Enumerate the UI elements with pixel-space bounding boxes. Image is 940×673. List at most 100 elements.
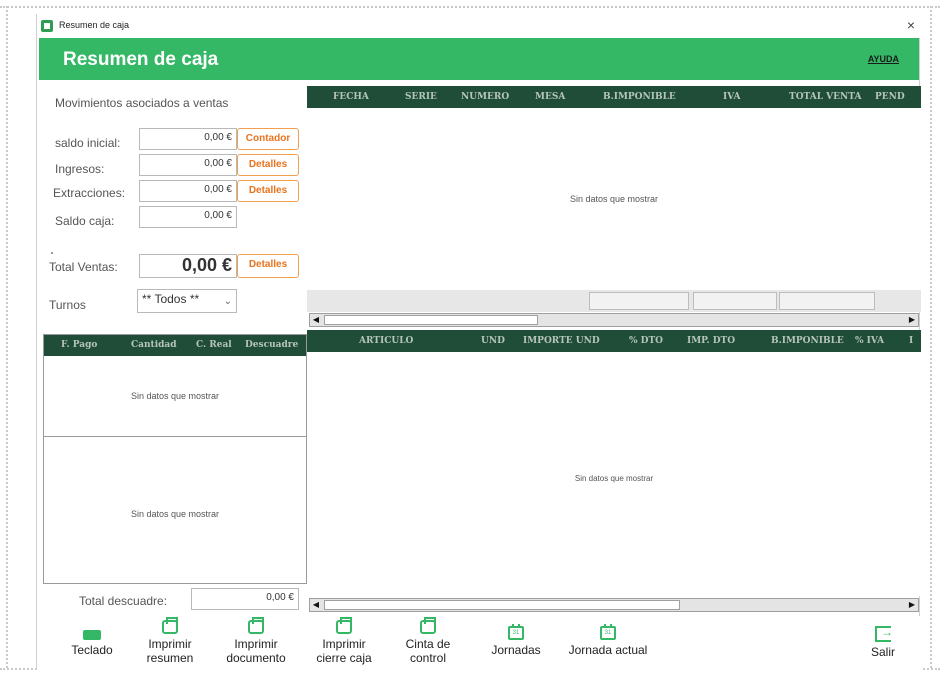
section-title: Movimientos asociados a ventas (55, 96, 229, 110)
app-icon (41, 20, 53, 32)
turnos-select[interactable]: ** Todos ** ⌄ (137, 289, 237, 313)
items-grid: Sin datos que mostrar (307, 352, 921, 596)
total-descuadre-field: 0,00 € (191, 588, 299, 610)
print-close-label-1: Imprimir (322, 637, 366, 651)
control-tape-button[interactable]: Cinta de control (393, 617, 463, 665)
scroll-left-icon[interactable]: ◀ (310, 314, 322, 326)
selection-frame-left (6, 6, 8, 668)
sales-empty-message: Sin datos que mostrar (569, 194, 659, 204)
exit-button[interactable]: Salir (863, 625, 903, 659)
chevron-down-icon: ⌄ (223, 296, 232, 307)
col-importe-und[interactable]: IMPORTE UND (523, 336, 600, 346)
page-header: Resumen de caja AYUDA (39, 38, 919, 80)
title-bar: Resumen de caja × (37, 14, 921, 38)
print-summary-label-1: Imprimir (148, 637, 192, 651)
scroll-left-icon[interactable]: ◀ (310, 599, 322, 611)
payments-empty-message: Sin datos que mostrar (130, 391, 220, 401)
print-close-label-2: cierre caja (316, 651, 372, 665)
saldo-caja-field: 0,00 € (139, 206, 237, 228)
col-pct-iva[interactable]: % IVA (855, 336, 884, 346)
printer-icon (162, 617, 178, 634)
col-pend[interactable]: PEND (875, 92, 905, 102)
print-close-button[interactable]: Imprimir cierre caja (309, 617, 379, 665)
total-ventas-label: Total Ventas: (49, 260, 118, 274)
control-tape-label-2: control (409, 651, 447, 665)
calendar-icon: 31 (600, 624, 616, 640)
totals-cell (779, 292, 875, 310)
items-grid-header: ARTICULO UND IMPORTE UND % DTO IMP. DTO … (307, 330, 921, 352)
extracciones-label: Extracciones: (53, 186, 126, 200)
col-imp-dto[interactable]: IMP. DTO (687, 336, 735, 346)
extracciones-field[interactable]: 0,00 € (139, 180, 237, 202)
scroll-thumb[interactable] (324, 600, 680, 610)
saldo-inicial-field[interactable]: 0,00 € (139, 128, 237, 150)
selection-frame-right (930, 6, 932, 668)
col-items-b-imponible[interactable]: B.IMPONIBLE (771, 336, 844, 346)
totals-cell (693, 292, 777, 310)
saldo-inicial-label: saldo inicial: (55, 136, 121, 150)
totals-cell (589, 292, 689, 310)
payments-grid: Sin datos que mostrar Sin datos que most… (43, 334, 307, 584)
ingresos-label: Ingresos: (55, 162, 105, 176)
col-numero[interactable]: NUMERO (461, 92, 509, 102)
keyboard-button[interactable]: Teclado (67, 626, 117, 657)
col-articulo[interactable]: ARTICULO (359, 336, 413, 346)
col-pct-dto[interactable]: % DTO (629, 336, 663, 346)
turnos-selected: ** Todos ** (142, 292, 200, 306)
scroll-right-icon[interactable]: ▶ (906, 599, 918, 611)
workdays-button[interactable]: 31 Jornadas (483, 624, 549, 657)
separator-dot (51, 252, 53, 254)
sales-grid-header: FECHA SERIE NUMERO MESA B.IMPONIBLE IVA … (307, 86, 921, 108)
col-b-imponible[interactable]: B.IMPONIBLE (603, 92, 676, 102)
grid-divider (43, 436, 307, 437)
window-title: Resumen de caja (59, 20, 130, 30)
bottom-toolbar: Teclado Imprimir resumen Imprimir docume… (37, 616, 921, 670)
col-und[interactable]: UND (481, 336, 505, 346)
selection-frame-top (0, 6, 940, 8)
sales-horizontal-scrollbar[interactable]: ◀ ▶ (309, 313, 919, 327)
col-fecha[interactable]: FECHA (333, 92, 369, 102)
workdays-label: Jornadas (491, 643, 541, 657)
print-summary-button[interactable]: Imprimir resumen (135, 617, 205, 665)
print-document-label-1: Imprimir (234, 637, 278, 651)
items-horizontal-scrollbar[interactable]: ◀ ▶ (309, 598, 919, 612)
total-descuadre-label: Total descuadre: (79, 594, 168, 608)
current-workday-label: Jornada actual (568, 643, 648, 657)
ingresos-details-button[interactable]: Detalles (237, 154, 299, 176)
col-iva[interactable]: IVA (723, 92, 740, 102)
contador-button[interactable]: Contador (237, 128, 299, 150)
printer-icon (336, 617, 352, 634)
turnos-label: Turnos (49, 298, 86, 312)
col-i[interactable]: I (909, 336, 913, 346)
keyboard-icon (83, 630, 101, 640)
page-title: Resumen de caja (63, 49, 219, 70)
exit-label: Salir (870, 645, 895, 659)
saldo-caja-label: Saldo caja: (55, 214, 115, 228)
print-document-label-2: documento (226, 651, 286, 665)
total-ventas-field: 0,00 € (139, 254, 237, 278)
sales-totals-strip (307, 290, 921, 312)
scroll-thumb[interactable] (324, 315, 538, 325)
scroll-right-icon[interactable]: ▶ (906, 314, 918, 326)
col-mesa[interactable]: MESA (535, 92, 565, 102)
ingresos-field[interactable]: 0,00 € (139, 154, 237, 176)
sales-grid: Sin datos que mostrar (307, 108, 921, 290)
calendar-icon: 31 (508, 624, 524, 640)
payments-detail-empty-message: Sin datos que mostrar (130, 509, 220, 519)
col-total-venta[interactable]: TOTAL VENTA (789, 92, 861, 102)
current-workday-button[interactable]: 31 Jornada actual (563, 624, 653, 657)
keyboard-label: Teclado (71, 643, 113, 657)
printer-icon (420, 617, 436, 634)
items-empty-message: Sin datos que mostrar (574, 474, 654, 483)
col-serie[interactable]: SERIE (405, 92, 437, 102)
extracciones-details-button[interactable]: Detalles (237, 180, 299, 202)
close-icon[interactable]: × (907, 17, 915, 33)
print-summary-label-2: resumen (146, 651, 194, 665)
printer-icon (248, 617, 264, 634)
exit-icon (875, 625, 893, 642)
help-link[interactable]: AYUDA (868, 54, 899, 64)
cash-summary-window: Resumen de caja × Resumen de caja AYUDA … (36, 14, 921, 670)
ventas-details-button[interactable]: Detalles (237, 254, 299, 278)
print-document-button[interactable]: Imprimir documento (221, 617, 291, 665)
control-tape-label-1: Cinta de (405, 637, 451, 651)
